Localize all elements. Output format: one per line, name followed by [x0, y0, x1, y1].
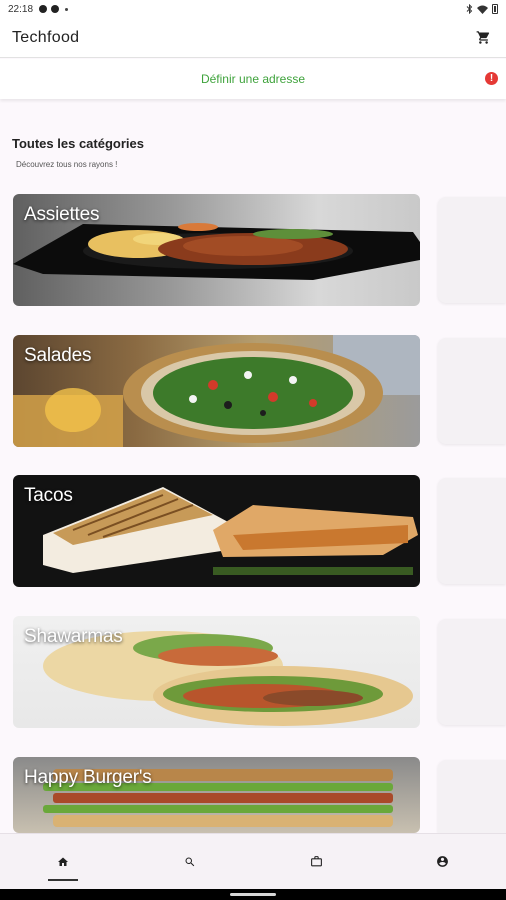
- categories-subtitle: Découvrez tous nos rayons !: [16, 160, 118, 169]
- shopping-cart-icon[interactable]: [472, 27, 494, 49]
- bottom-navigation: [0, 833, 506, 889]
- category-side-card[interactable]: [438, 760, 506, 833]
- status-time: 22:18: [8, 3, 34, 15]
- categories-title: Toutes les catégories: [12, 136, 144, 151]
- category-label: Happy Burger's: [24, 767, 152, 788]
- account-icon: [437, 856, 449, 867]
- bluetooth-icon: [466, 4, 473, 14]
- category-card-shawarmas[interactable]: Shawarmas: [13, 616, 420, 728]
- category-card-happy-burgers[interactable]: Happy Burger's: [13, 757, 420, 833]
- nav-orders[interactable]: [253, 834, 380, 889]
- status-right: [466, 4, 498, 14]
- tacos-image: [43, 487, 418, 575]
- category-card-salades[interactable]: Salades: [13, 335, 420, 447]
- set-address-button[interactable]: Définir une adresse !: [0, 59, 506, 99]
- app-title: Techfood: [12, 28, 80, 46]
- nav-search[interactable]: [127, 834, 254, 889]
- category-side-card[interactable]: [438, 197, 506, 303]
- briefcase-icon: [310, 856, 322, 867]
- app-bar: Techfood: [0, 18, 506, 58]
- category-label: Assiettes: [24, 204, 100, 225]
- search-icon: [185, 857, 194, 866]
- nav-account[interactable]: [380, 834, 506, 889]
- category-side-card[interactable]: [438, 619, 506, 725]
- category-side-card[interactable]: [438, 478, 506, 584]
- category-card-assiettes[interactable]: Assiettes: [13, 194, 420, 306]
- alert-icon: !: [485, 72, 498, 85]
- wifi-icon: [477, 5, 488, 14]
- sync-icon: [51, 5, 60, 13]
- category-label: Tacos: [24, 485, 73, 506]
- app-screen: 22:18 Techfood Définir une adresse ! Tou…: [0, 0, 506, 900]
- more-notifications-icon: [65, 7, 69, 11]
- battery-icon: [492, 4, 498, 14]
- home-icon: [58, 857, 69, 866]
- system-gesture-bar: [0, 889, 506, 900]
- category-label: Salades: [24, 345, 92, 366]
- status-bar: 22:18: [0, 0, 506, 18]
- set-address-label: Définir une adresse: [200, 72, 306, 86]
- category-card-tacos[interactable]: Tacos: [13, 475, 420, 587]
- notification-icon: [39, 5, 48, 13]
- category-label: Shawarmas: [24, 626, 123, 647]
- nav-home[interactable]: [0, 834, 127, 889]
- home-gesture-handle[interactable]: [230, 893, 276, 896]
- category-side-card[interactable]: [438, 338, 506, 444]
